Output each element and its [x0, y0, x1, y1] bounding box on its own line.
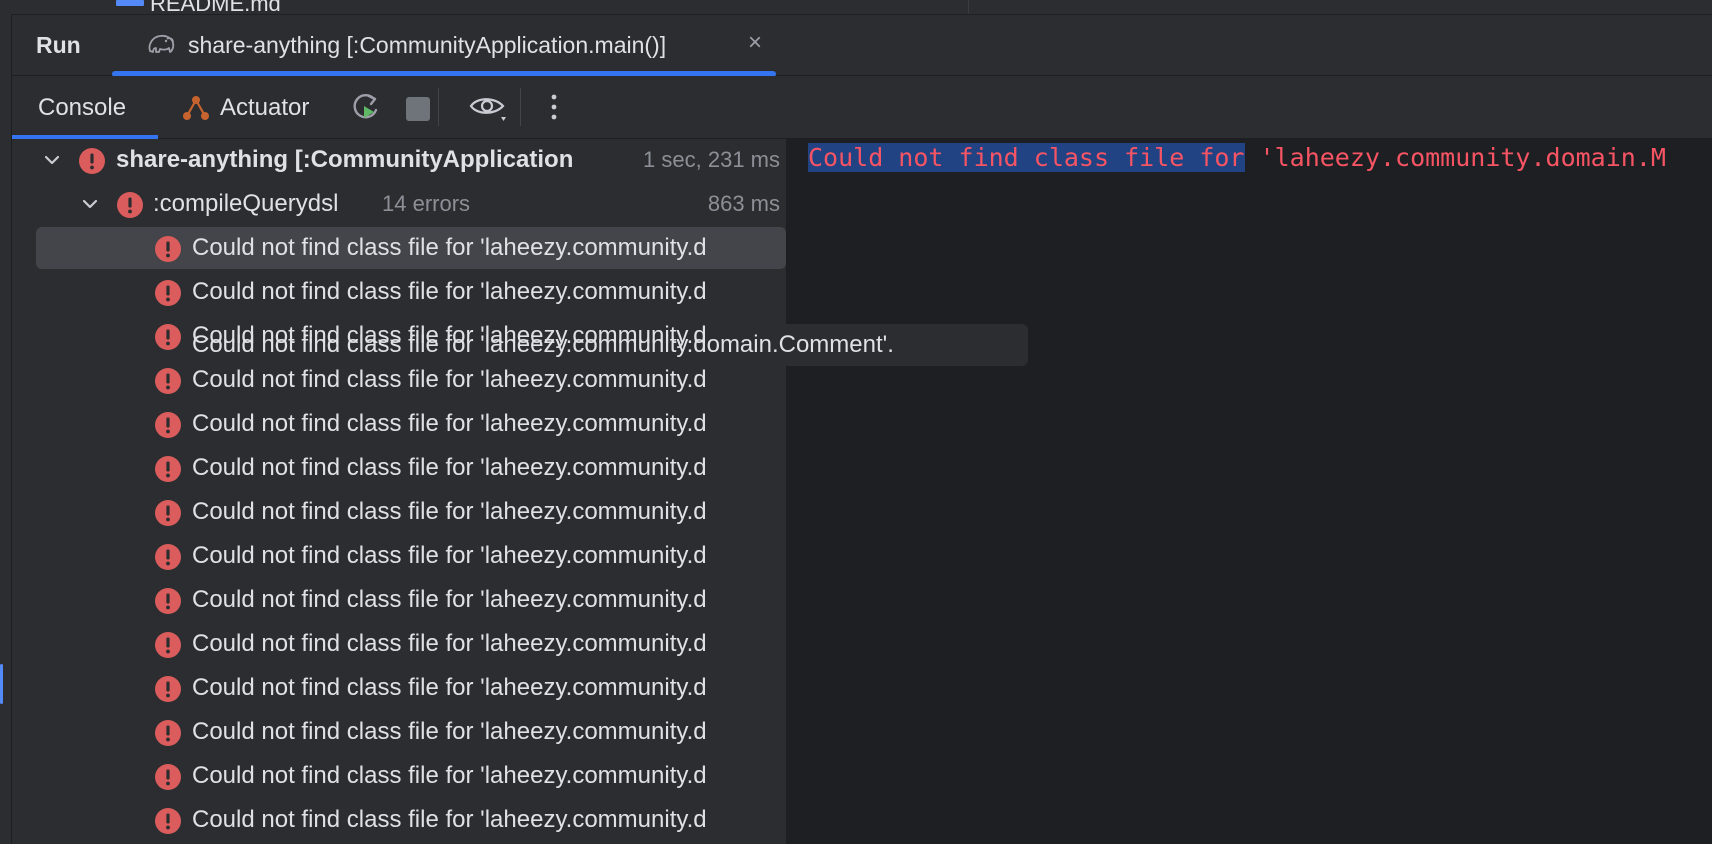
- markdown-file-icon: [116, 0, 144, 6]
- error-message: Could not find class file for 'laheezy.c…: [192, 718, 707, 745]
- error-row[interactable]: Could not find class file for 'laheezy.c…: [12, 711, 786, 753]
- active-tool-marker: [0, 664, 3, 704]
- more-options-icon[interactable]: [548, 90, 560, 124]
- eye-icon[interactable]: [468, 90, 508, 124]
- error-row[interactable]: Could not find class file for 'laheezy.c…: [12, 667, 786, 709]
- close-icon[interactable]: ×: [748, 31, 762, 55]
- error-row[interactable]: Could not find class file for 'laheezy.c…: [12, 403, 786, 445]
- error-icon: [155, 280, 181, 306]
- error-row[interactable]: Could not find class file for 'laheezy.c…: [12, 359, 786, 401]
- root-duration: 1 sec, 231 ms: [643, 147, 780, 172]
- error-icon: [155, 368, 181, 394]
- run-tool-window-header: Run share-anything [:CommunityApplicatio…: [12, 15, 1712, 77]
- error-icon: [155, 632, 181, 658]
- error-icon: [155, 456, 181, 482]
- error-message: Could not find class file for 'laheezy.c…: [192, 410, 707, 437]
- error-message: Could not find class file for 'laheezy.c…: [192, 542, 707, 569]
- gradle-elephant-icon: [148, 34, 175, 53]
- console-text: 'laheezy.community.domain.M: [1244, 143, 1666, 172]
- error-row[interactable]: Could not find class file for 'laheezy.c…: [12, 579, 786, 621]
- error-message: Could not find class file for 'laheezy.c…: [192, 806, 707, 833]
- rerun-icon[interactable]: [350, 90, 382, 124]
- tree-root-row[interactable]: share-anything [:CommunityApplication 1 …: [12, 139, 786, 181]
- error-message: Could not find class file for 'laheezy.c…: [192, 498, 707, 525]
- error-message: Could not find class file for 'laheezy.c…: [192, 586, 707, 613]
- error-icon: [155, 500, 181, 526]
- run-toolbar: Console Actuator: [12, 76, 1712, 139]
- error-message: Could not find class file for 'laheezy.c…: [192, 322, 707, 349]
- error-row[interactable]: Could not find class file for 'laheezy.c…: [12, 227, 786, 269]
- error-icon: [155, 324, 181, 350]
- chevron-down-icon[interactable]: [40, 148, 64, 172]
- error-row[interactable]: Could not find class file for 'laheezy.c…: [12, 491, 786, 533]
- task-duration: 863 ms: [707, 191, 780, 216]
- error-icon: [155, 544, 181, 570]
- run-config-tab[interactable]: share-anything [:CommunityApplication.ma…: [112, 15, 776, 77]
- console-line: Could not find class file for 'laheezy.c…: [808, 143, 1666, 172]
- tab-console[interactable]: Console: [38, 94, 126, 122]
- error-row[interactable]: Could not find class file for 'laheezy.c…: [12, 271, 786, 313]
- stop-icon[interactable]: [406, 97, 430, 121]
- root-task-label: share-anything [:CommunityApplication: [116, 146, 574, 173]
- error-icon: [117, 192, 143, 218]
- error-icon: [155, 764, 181, 790]
- error-row[interactable]: Could not find class file for 'laheezy.c…: [12, 447, 786, 489]
- tree-task-row[interactable]: :compileQuerydsl 14 errors 863 ms: [12, 183, 786, 225]
- error-message: Could not find class file for 'laheezy.c…: [192, 674, 707, 701]
- selected-text: Could not find class file for: [808, 143, 1245, 172]
- run-config-tab-title: share-anything [:CommunityApplication.ma…: [188, 32, 667, 58]
- left-tool-strip: [0, 14, 12, 844]
- error-row[interactable]: Could not find class file for 'laheezy.c…: [12, 535, 786, 577]
- actuator-icon[interactable]: [180, 92, 212, 124]
- error-icon: [155, 808, 181, 834]
- toolbar-separator: [520, 88, 521, 126]
- chevron-down-icon[interactable]: [78, 192, 102, 216]
- editor-top-strip: README.md: [0, 0, 1712, 16]
- error-icon: [155, 588, 181, 614]
- error-message: Could not find class file for 'laheezy.c…: [192, 234, 707, 261]
- task-label: :compileQuerydsl: [153, 190, 339, 217]
- error-row[interactable]: Could not find class file for 'laheezy.c…: [12, 623, 786, 665]
- error-icon: [155, 236, 181, 262]
- error-count: 14 errors: [382, 191, 471, 216]
- error-row[interactable]: Could not find class file for 'laheezy.c…: [12, 799, 786, 841]
- run-panel-title: Run: [36, 32, 81, 58]
- error-icon: [155, 720, 181, 746]
- console-output[interactable]: Could not find class file for 'laheezy.c…: [786, 139, 1712, 844]
- error-message: Could not find class file for 'laheezy.c…: [192, 278, 707, 305]
- error-icon: [155, 412, 181, 438]
- error-message: Could not find class file for 'laheezy.c…: [192, 762, 707, 789]
- error-icon: [155, 676, 181, 702]
- error-message: Could not find class file for 'laheezy.c…: [192, 366, 707, 393]
- toolbar-separator: [438, 88, 439, 126]
- divider: [968, 0, 969, 14]
- error-row[interactable]: Could not find class file for 'laheezy.c…: [12, 755, 786, 797]
- tab-actuator[interactable]: Actuator: [220, 94, 309, 122]
- error-row[interactable]: Could not find class file for 'laheezy.c…: [12, 315, 786, 357]
- error-message: Could not find class file for 'laheezy.c…: [192, 630, 707, 657]
- error-icon: [79, 148, 105, 174]
- error-message: Could not find class file for 'laheezy.c…: [192, 454, 707, 481]
- build-tree: share-anything [:CommunityApplication 1 …: [12, 139, 786, 844]
